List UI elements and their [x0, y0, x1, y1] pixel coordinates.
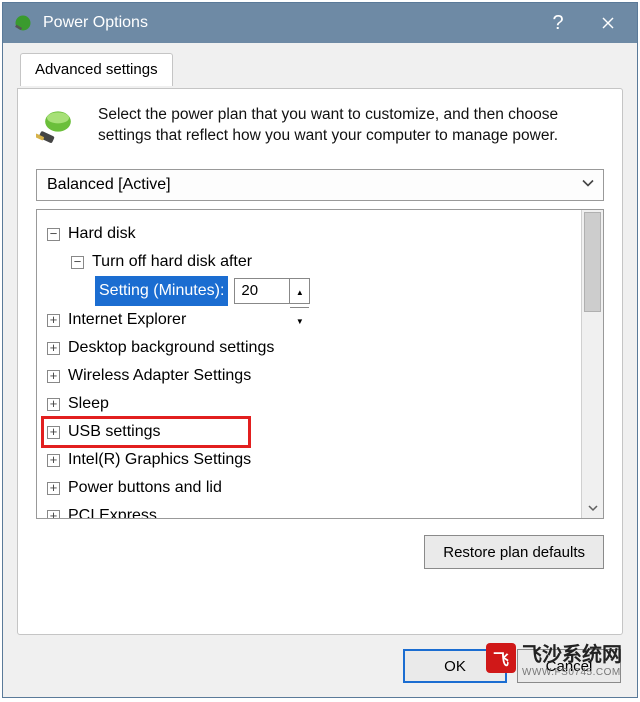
chevron-down-icon — [581, 176, 595, 195]
close-button[interactable] — [583, 3, 633, 43]
dialog-window: Power Options ? Advanced settings Select… — [2, 2, 638, 698]
help-button[interactable]: ? — [533, 3, 583, 43]
tree-item-usb-settings[interactable]: USB settings — [68, 418, 160, 446]
restore-defaults-button[interactable]: Restore plan defaults — [424, 535, 604, 569]
setting-value[interactable]: 20 — [235, 277, 289, 305]
tree-item-wireless-adapter[interactable]: Wireless Adapter Settings — [68, 362, 251, 390]
power-plan-select[interactable]: Balanced [Active] — [36, 169, 604, 201]
battery-plug-icon — [36, 105, 80, 149]
tree-item-hard-disk[interactable]: Hard disk — [68, 220, 136, 248]
tree-item-internet-explorer[interactable]: Internet Explorer — [68, 306, 186, 334]
expand-icon[interactable]: + — [47, 370, 60, 383]
tree-item-power-buttons-lid[interactable]: Power buttons and lid — [68, 474, 222, 502]
setting-value-editor[interactable]: 20 ▲ ▼ — [234, 278, 310, 304]
tree-item-desktop-background[interactable]: Desktop background settings — [68, 334, 274, 362]
plan-selected-label: Balanced [Active] — [47, 176, 171, 194]
tab-panel: Select the power plan that you want to c… — [17, 88, 623, 635]
watermark-url: WWW.FS0745.COM — [522, 667, 622, 678]
expand-icon[interactable]: + — [47, 314, 60, 327]
tree-item-sleep[interactable]: Sleep — [68, 390, 109, 418]
expand-icon[interactable]: + — [47, 342, 60, 355]
tree-item-pci-express[interactable]: PCI Express — [68, 502, 157, 519]
expand-icon[interactable]: + — [47, 482, 60, 495]
expand-icon[interactable]: + — [47, 454, 60, 467]
scrollbar-thumb[interactable] — [584, 212, 601, 312]
collapse-icon[interactable]: − — [71, 256, 84, 269]
expand-icon[interactable]: + — [47, 398, 60, 411]
tab-advanced-settings[interactable]: Advanced settings — [20, 53, 173, 86]
tree-item-turn-off-hd[interactable]: Turn off hard disk after — [92, 248, 252, 276]
setting-minutes-label[interactable]: Setting (Minutes): — [95, 276, 228, 306]
collapse-icon[interactable]: − — [47, 228, 60, 241]
watermark-logo-icon: 飞 — [486, 643, 516, 673]
spinner-up-icon[interactable]: ▲ — [290, 279, 309, 308]
window-title: Power Options — [43, 14, 533, 32]
watermark: 飞 飞沙系统网 WWW.FS0745.COM — [486, 638, 622, 678]
expand-icon[interactable]: + — [47, 426, 60, 439]
dialog-body: Advanced settings Select the power plan … — [3, 43, 637, 635]
scroll-down-icon[interactable] — [582, 498, 603, 518]
spinner-control[interactable]: ▲ ▼ — [289, 279, 309, 303]
watermark-brand: 飞沙系统网 — [522, 644, 622, 666]
tree-item-intel-graphics[interactable]: Intel(R) Graphics Settings — [68, 446, 251, 474]
tree-scrollbar[interactable] — [581, 210, 603, 518]
expand-icon[interactable]: + — [47, 510, 60, 520]
intro-text: Select the power plan that you want to c… — [98, 105, 604, 149]
power-options-icon — [13, 13, 33, 33]
title-bar[interactable]: Power Options ? — [3, 3, 637, 43]
settings-tree[interactable]: − Hard disk − Turn off hard disk after S… — [36, 209, 604, 519]
